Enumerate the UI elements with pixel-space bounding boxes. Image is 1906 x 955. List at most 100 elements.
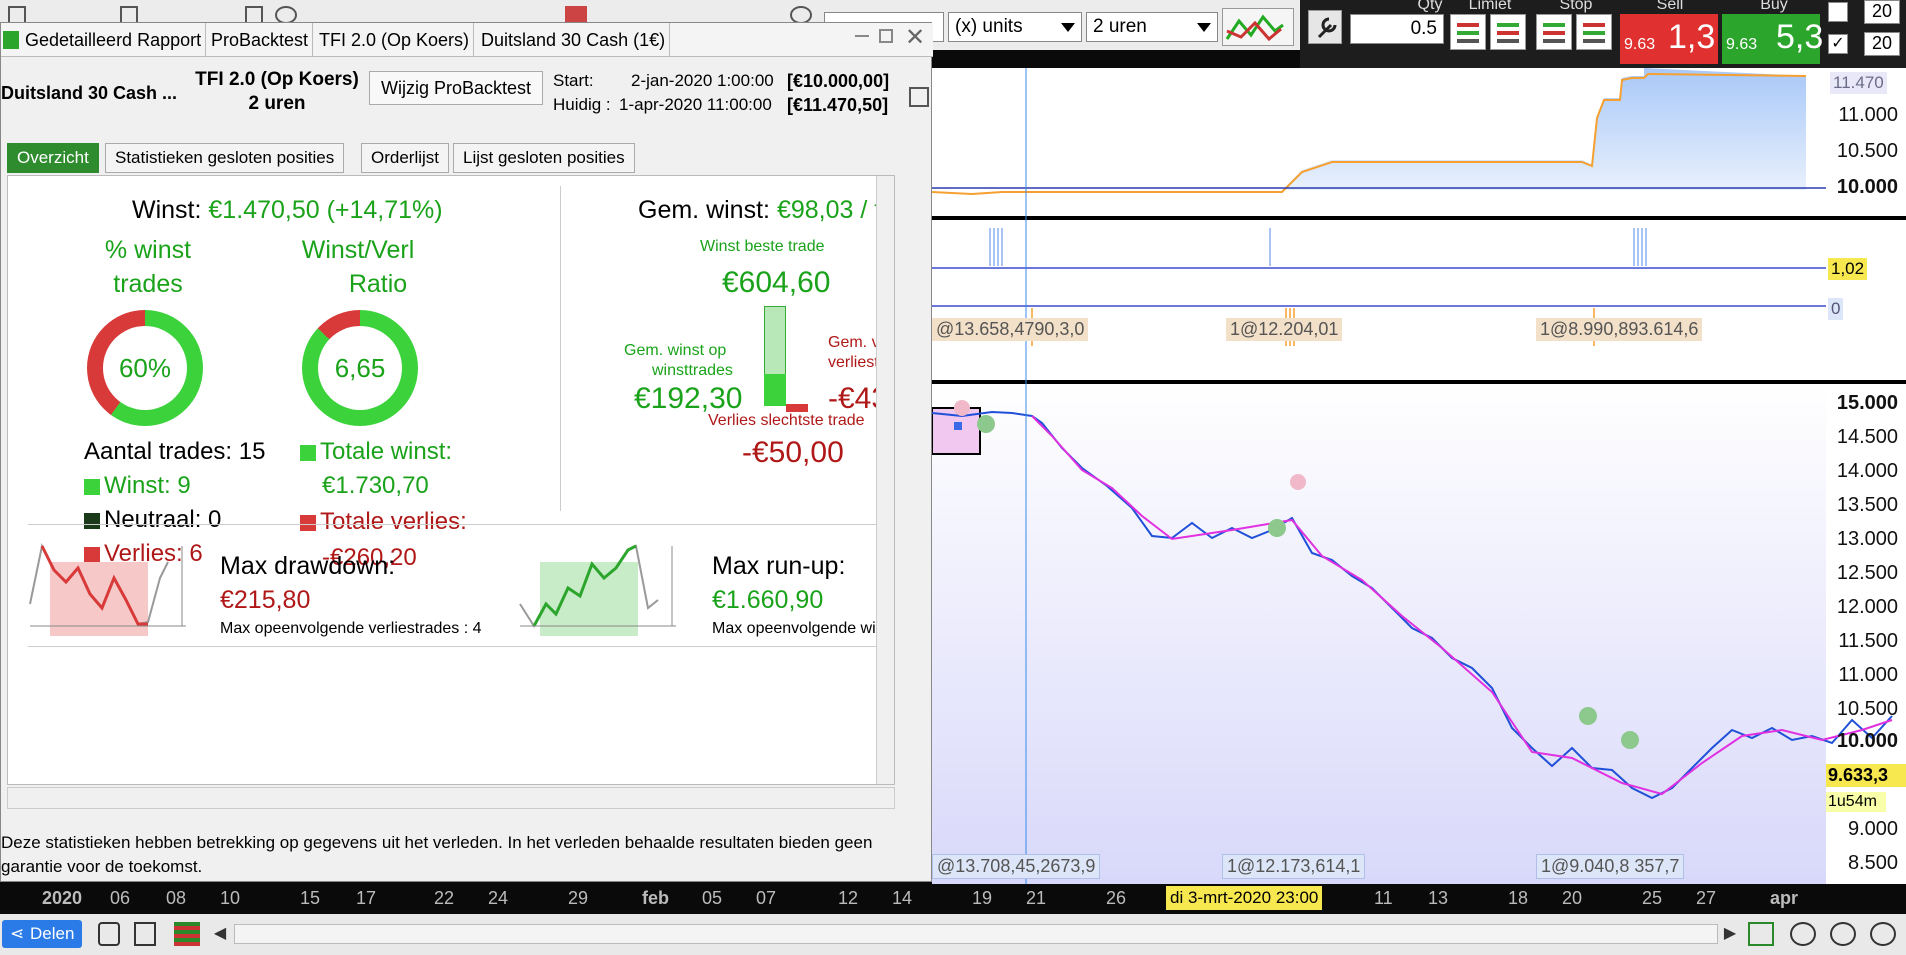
price-axis-label: 12.000 <box>1836 596 1898 618</box>
aantal-trades: Aantal trades: 15 <box>84 438 266 465</box>
tab-lijst-gesloten[interactable]: Lijst gesloten posities <box>453 143 635 173</box>
scrollbar-vertical[interactable] <box>876 176 894 784</box>
limit-buy-button[interactable] <box>1450 14 1486 50</box>
chart-tool-icon[interactable] <box>1748 922 1774 946</box>
xaxis-label: 26 <box>1106 888 1127 908</box>
window-tab-tfi[interactable]: TFI 2.0 (Op Koers) <box>315 23 475 57</box>
timeframe-select[interactable]: 2 uren <box>1086 12 1218 42</box>
zoom-fit-icon[interactable] <box>1790 922 1816 946</box>
xaxis-label: 2020 <box>42 888 83 908</box>
max-drawdown-label: Max drawdown: <box>220 552 396 580</box>
qty-input[interactable]: 0.5 <box>1350 14 1444 44</box>
scroll-left-button[interactable]: ◀ <box>210 922 230 946</box>
crosshair-date-label: di 3-mrt-2020 23:00 <box>1166 886 1323 910</box>
sell-price-big: 1,3 <box>1668 18 1716 56</box>
entry-marker <box>954 422 962 430</box>
stop-buy-button[interactable] <box>1536 14 1572 50</box>
gem-winst-op-label-2: winsttrades <box>652 362 733 379</box>
report-dialog: Gedetailleerd Rapport ProBacktest TFI 2.… <box>0 22 933 882</box>
pct-winst-value: 60% <box>103 326 187 410</box>
unit-select[interactable]: (x) units <box>948 12 1082 42</box>
modify-probacktest-button[interactable]: Wijzig ProBacktest <box>369 71 543 105</box>
trade-label-top-1[interactable]: @13.658,4790,3,0 <box>932 318 1089 341</box>
minimize-icon[interactable] <box>855 35 869 37</box>
price-axis-label: 13.000 <box>1836 528 1898 550</box>
winst-count: Winst: 9 <box>84 472 191 500</box>
maximize-icon[interactable] <box>879 29 893 43</box>
winst-swatch <box>84 478 100 495</box>
trade-label-bottom-3[interactable]: 1@9.040,8 357,7 <box>1536 854 1685 879</box>
trade-label-bottom-1[interactable]: @13.708,45,2673,9 <box>932 854 1101 879</box>
xaxis-label: 14 <box>892 888 913 908</box>
close-icon[interactable]: ✕ <box>905 23 925 52</box>
sell-button[interactable]: 9.63 1,3 <box>1620 14 1718 64</box>
buy-marker <box>1621 731 1639 749</box>
price-axis-label: 12.500 <box>1836 562 1898 584</box>
window-tab-probacktest[interactable]: ProBacktest <box>207 23 314 57</box>
trade-label-top-3[interactable]: 1@8.990,893.614,6 <box>1536 318 1703 341</box>
buy-button[interactable]: 9.63 5,3 <box>1722 14 1823 64</box>
gem-winst-op-label-1: Gem. winst op <box>624 342 727 359</box>
trade-label-top-2[interactable]: 1@12.204,01 <box>1226 318 1343 341</box>
sell-marker <box>1290 474 1306 490</box>
buy-marker <box>1268 519 1286 537</box>
limit-sell-button[interactable] <box>1490 14 1526 50</box>
zoom-out-icon[interactable] <box>1830 922 1856 946</box>
chart-area[interactable]: @13.658,4790,3,0 1@12.204,01 1@8.990,893… <box>932 68 1906 884</box>
panel-separator <box>932 380 1906 384</box>
tool-icon-3[interactable] <box>174 922 200 946</box>
price-axis: 15.000 14.500 14.000 13.500 13.000 12.50… <box>1826 384 1906 884</box>
checkbox-1[interactable] <box>1828 2 1848 22</box>
current-label: Huidig : <box>553 95 611 114</box>
window-tab-bar: Gedetailleerd Rapport ProBacktest TFI 2.… <box>1 23 933 57</box>
price-axis-label: 8.500 <box>1847 852 1898 874</box>
price-axis-label: 11.500 <box>1838 630 1898 652</box>
buy-marker <box>1579 707 1597 725</box>
right-value-2[interactable]: 20 <box>1864 32 1900 56</box>
settings-button[interactable] <box>1308 10 1342 44</box>
equity-axis-label: 10.500 <box>1836 140 1898 162</box>
xaxis-label: 06 <box>110 888 131 908</box>
verlies-swatch <box>300 514 316 531</box>
max-drawdown-note: Max opeenvolgende verliestrades : 4 <box>220 620 482 637</box>
tool-icon-2[interactable] <box>134 922 156 946</box>
price-axis-label: 11.000 <box>1838 664 1898 686</box>
stop-sell-button[interactable] <box>1576 14 1612 50</box>
limiet-label: Limiet <box>1468 0 1512 13</box>
gem-winst-op-value: €192,30 <box>634 382 743 415</box>
sell-marker <box>954 400 970 416</box>
tab-overzicht[interactable]: Overzicht <box>7 143 99 173</box>
indicator-value-1: 1,02 <box>1828 258 1868 280</box>
chart-type-button[interactable] <box>1222 8 1294 46</box>
status-bar: ⋖ Delen ◀ ▶ <box>0 914 1906 955</box>
checkbox-2[interactable]: ✓ <box>1828 34 1848 54</box>
tab-orderlijst[interactable]: Orderlijst <box>361 143 450 173</box>
price-chart[interactable] <box>932 68 1906 884</box>
window-tab-instrument[interactable]: Duitsland 30 Cash (1€) <box>477 23 671 57</box>
avg-loss-bar <box>786 404 808 412</box>
overview-panel: Winst: €1.470,50 (+14,71%) % winst trade… <box>7 175 895 785</box>
tab-statistieken[interactable]: Statistieken gesloten posities <box>105 143 345 173</box>
neutraal-swatch <box>84 512 100 529</box>
share-button[interactable]: ⋖ Delen <box>2 920 82 948</box>
scroll-right-button[interactable]: ▶ <box>1720 922 1740 946</box>
tool-icon-1[interactable] <box>98 922 120 946</box>
app-icon <box>3 31 19 49</box>
print-icon[interactable] <box>909 87 929 107</box>
indicator-axis: 1,02 0 <box>1826 220 1906 380</box>
xaxis-label: 19 <box>972 888 993 908</box>
neutraal-count-text: Neutraal: 0 <box>104 506 222 533</box>
chart-scrollbar[interactable] <box>234 924 1718 944</box>
right-value-1[interactable]: 20 <box>1864 0 1900 24</box>
zoom-in-icon[interactable] <box>1870 922 1896 946</box>
trade-label-bottom-2[interactable]: 1@12.173,614,1 <box>1222 854 1366 879</box>
scrollbar-horizontal[interactable] <box>7 787 895 809</box>
price-panel-bg <box>932 384 1826 884</box>
totale-winst-label: Totale winst: <box>300 438 452 466</box>
vertical-divider <box>560 186 561 511</box>
gem-winst-summary: Gem. winst: €98,03 / tr <box>638 196 890 225</box>
xaxis-label: 27 <box>1696 888 1717 908</box>
window-tab-gedetailleerd[interactable]: Gedetailleerd Rapport <box>21 23 207 57</box>
wrench-icon <box>1317 17 1337 39</box>
winst-beste-trade-label: Winst beste trade <box>700 238 825 255</box>
